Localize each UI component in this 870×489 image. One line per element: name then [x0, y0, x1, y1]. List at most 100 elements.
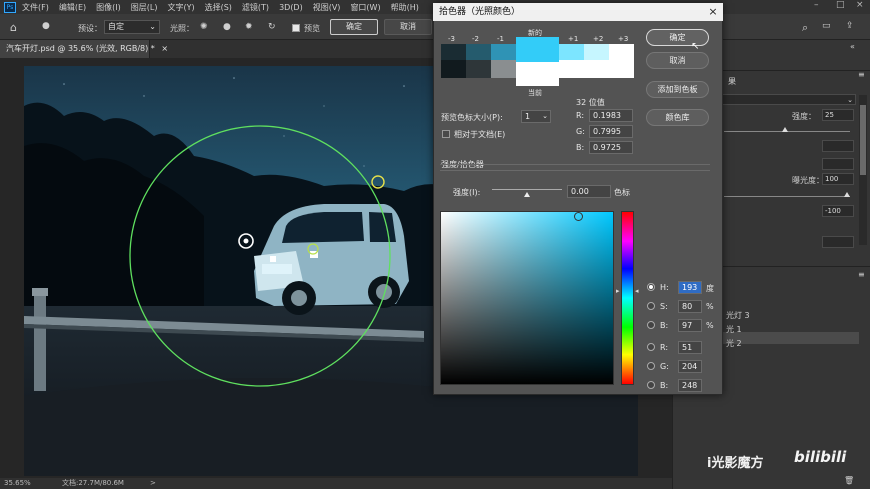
document-tab-close-icon[interactable]: ×: [161, 44, 168, 53]
panel-expand-icon[interactable]: «: [850, 42, 855, 51]
light-type-select[interactable]: ⌄: [720, 94, 856, 105]
menu-edit[interactable]: 编辑(E): [59, 2, 86, 13]
swatch-plus-1-alt[interactable]: [559, 60, 584, 78]
dialog-close-icon[interactable]: ×: [706, 5, 720, 19]
dialog-ok-button[interactable]: 确定: [646, 29, 709, 46]
strength-field[interactable]: 25: [822, 109, 854, 121]
r-radio[interactable]: [647, 343, 655, 351]
bits-label: 32 位值: [576, 98, 605, 107]
workspace-icon[interactable]: ▭: [822, 21, 831, 31]
exposure-slider-thumb[interactable]: [844, 192, 850, 197]
lighting-tool-icon[interactable]: ●: [42, 21, 50, 31]
exposure-field[interactable]: 100: [822, 173, 854, 185]
swatch-plus-1[interactable]: [559, 44, 584, 60]
light-layer-item[interactable]: 光 2: [726, 338, 742, 349]
preset-select[interactable]: 自定 ⌄: [104, 20, 160, 34]
home-icon[interactable]: ⌂: [10, 21, 17, 34]
step-label: -3: [448, 35, 455, 43]
new-color-swatch: [516, 37, 559, 62]
exposure-label: 曝光度：: [792, 176, 824, 185]
menu-filter[interactable]: 滤镜(T): [242, 2, 269, 13]
dialog-cancel-button[interactable]: 取消: [646, 52, 709, 69]
minimize-icon[interactable]: –: [814, 0, 819, 10]
step-label: +1: [568, 35, 579, 43]
preset-label: 预设：: [78, 24, 102, 33]
hue-slider[interactable]: [621, 211, 634, 385]
color-field[interactable]: [822, 140, 854, 152]
g-field[interactable]: 204: [678, 360, 702, 373]
share-icon[interactable]: ⇪: [846, 21, 854, 31]
saturation-brightness-field[interactable]: [440, 211, 614, 385]
color-field-marker[interactable]: [574, 212, 583, 221]
light-layer-item[interactable]: 光 1: [726, 324, 742, 335]
menu-help[interactable]: 帮助(H): [391, 2, 419, 13]
swatch-plus-2[interactable]: [584, 44, 609, 60]
r-field[interactable]: 51: [678, 341, 702, 354]
chevron-down-icon: ⌄: [542, 112, 548, 120]
add-to-swatches-button[interactable]: 添加到色板: [646, 81, 709, 98]
status-arrow-icon[interactable]: >: [150, 478, 156, 489]
preview-size-select[interactable]: 1 ⌄: [521, 110, 551, 123]
hue-slider-right-arrow-icon[interactable]: ◂: [635, 287, 639, 295]
options-ok-button[interactable]: 确定: [330, 19, 378, 35]
hotspot-field[interactable]: [822, 158, 854, 170]
intensity-slider-thumb[interactable]: [524, 192, 530, 197]
menu-3d[interactable]: 3D(D): [279, 3, 303, 12]
strength-slider-thumb[interactable]: [782, 127, 788, 132]
search-icon[interactable]: ⌕: [802, 21, 808, 35]
h-radio[interactable]: [647, 283, 655, 291]
g-radio[interactable]: [647, 362, 655, 370]
swatch-minus-1-alt[interactable]: [491, 60, 516, 78]
spot-light-icon[interactable]: ✺: [200, 22, 208, 32]
s-field[interactable]: 80: [678, 300, 702, 313]
preview-checkbox[interactable]: [292, 24, 300, 32]
gloss-field[interactable]: -100: [822, 205, 854, 217]
swatch-minus-3[interactable]: [441, 44, 466, 60]
menu-view[interactable]: 视图(V): [313, 2, 341, 13]
swatch-minus-3-alt[interactable]: [441, 60, 466, 78]
menu-type[interactable]: 文字(Y): [167, 2, 194, 13]
r-float-field[interactable]: 0.1983: [589, 109, 633, 122]
maximize-icon[interactable]: □: [836, 0, 845, 10]
swatch-minus-2[interactable]: [466, 44, 491, 60]
s-radio[interactable]: [647, 302, 655, 310]
color-libraries-button[interactable]: 颜色库: [646, 109, 709, 126]
zoom-level[interactable]: 35.65%: [4, 478, 31, 489]
g-float-field[interactable]: 0.7995: [589, 125, 633, 138]
b-radio[interactable]: [647, 321, 655, 329]
menu-image[interactable]: 图像(I): [96, 2, 121, 13]
reset-light-icon[interactable]: ↻: [268, 22, 276, 32]
swatch-minus-2-alt[interactable]: [466, 60, 491, 78]
document-tab[interactable]: 汽车开灯.psd @ 35.6% (光效, RGB/8) * ×: [0, 40, 168, 58]
menu-file[interactable]: 文件(F): [22, 2, 49, 13]
trash-icon[interactable]: 🗑: [844, 476, 854, 485]
menu-window[interactable]: 窗口(W): [350, 2, 380, 13]
options-cancel-button[interactable]: 取消: [384, 19, 432, 35]
relative-checkbox[interactable]: [442, 130, 450, 138]
swatch-plus-2-alt[interactable]: [584, 60, 609, 78]
light-layer-item[interactable]: 光灯 3: [726, 310, 750, 321]
lights-menu-icon[interactable]: ≡: [858, 270, 865, 279]
current-color-swatch[interactable]: [516, 62, 559, 86]
b-float-field[interactable]: 0.9725: [589, 141, 633, 154]
menu-layer[interactable]: 图层(L): [131, 2, 158, 13]
infinite-light-icon[interactable]: ✹: [245, 22, 253, 32]
blue-field[interactable]: 248: [678, 379, 702, 392]
intensity-field[interactable]: 0.00: [567, 185, 611, 198]
hue-slider-left-arrow-icon[interactable]: ▸: [616, 287, 620, 295]
b-field[interactable]: 97: [678, 319, 702, 332]
blue-radio[interactable]: [647, 381, 655, 389]
window-close-icon[interactable]: ×: [856, 0, 864, 10]
exposure-slider-track[interactable]: [724, 196, 850, 197]
dialog-title: 拾色器（光照颜色）: [433, 3, 723, 21]
intensity-slider-track[interactable]: [492, 189, 562, 190]
h-field[interactable]: 193: [678, 281, 702, 294]
step-label: +3: [618, 35, 629, 43]
swatch-minus-1[interactable]: [491, 44, 516, 60]
metallic-field[interactable]: [822, 236, 854, 248]
swatch-plus-3-alt[interactable]: [609, 60, 634, 78]
swatch-plus-3[interactable]: [609, 44, 634, 60]
menu-select[interactable]: 选择(S): [205, 2, 232, 13]
panel-menu-icon[interactable]: ≡: [858, 70, 865, 79]
point-light-icon[interactable]: ●: [223, 22, 231, 32]
